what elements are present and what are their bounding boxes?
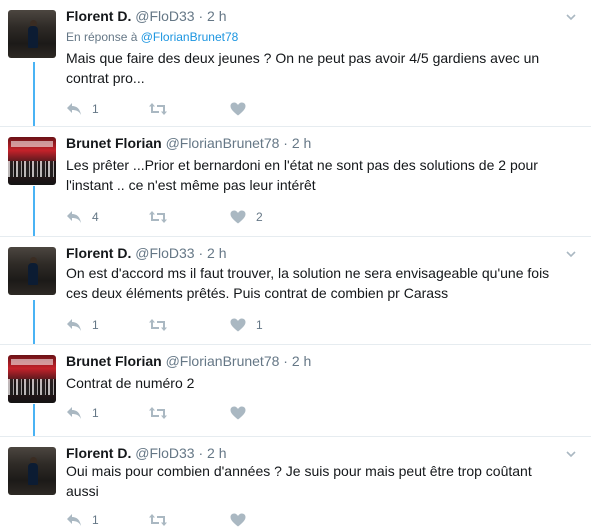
reply-context: En réponse à @FlorianBrunet78 [66,30,238,44]
retweet-icon [148,102,168,116]
reply-to-link[interactable]: @FlorianBrunet78 [141,30,239,44]
reply-count: 1 [92,406,99,420]
author-name[interactable]: Florent D. [66,445,131,461]
like-count: 1 [256,318,263,332]
like-button[interactable] [230,403,256,423]
reply-button[interactable]: 1 [66,99,99,119]
timestamp[interactable]: 2 h [207,245,226,261]
heart-icon [230,513,246,527]
avatar[interactable] [8,447,56,495]
tweet-text: Contrat de numéro 2 [66,375,195,391]
reply-button[interactable]: 1 [66,315,99,335]
tweet[interactable]: Florent D. @FloD33 · 2 h En réponse à @F… [0,0,591,127]
tweet-text: Les prêter ...Prior et bernardoni en l'é… [66,157,538,193]
heart-icon [230,318,246,332]
like-button[interactable]: 1 [230,315,263,335]
tweet-actions: 1 1 [66,315,286,335]
reply-button[interactable]: 1 [66,403,99,423]
retweet-icon [148,406,168,420]
retweet-button[interactable] [148,99,178,119]
tweet[interactable]: Brunet Florian @FlorianBrunet78 · 2 h Co… [0,345,591,437]
tweet-header: Brunet Florian @FlorianBrunet78 · 2 h [66,135,311,151]
reply-prefix: En réponse à [66,30,138,44]
like-button[interactable] [230,510,256,530]
tweet-header: Florent D. @FloD33 · 2 h [66,445,227,461]
like-count: 2 [256,210,263,224]
tweet-actions: 1 [66,99,286,119]
reply-icon [66,406,82,420]
retweet-button[interactable] [148,315,178,335]
tweet-actions: 1 [66,403,286,423]
chevron-down-icon[interactable] [565,447,577,459]
tweet-header: Florent D. @FloD33 · 2 h [66,245,227,261]
heart-icon [230,210,246,224]
avatar[interactable] [8,137,56,185]
separator-dot: · [283,135,288,151]
author-handle[interactable]: @FlorianBrunet78 [166,135,280,151]
retweet-button[interactable] [148,207,178,227]
avatar[interactable] [8,10,56,58]
reply-icon [66,513,82,527]
tweet-header: Florent D. @FloD33 · 2 h [66,8,227,24]
tweet[interactable]: Florent D. @FloD33 · 2 h Oui mais pour c… [0,437,591,527]
tweet[interactable]: Florent D. @FloD33 · 2 h On est d'accord… [0,237,591,345]
chevron-down-icon[interactable] [565,10,577,22]
reply-count: 1 [92,513,99,527]
reply-count: 1 [92,102,99,116]
author-handle[interactable]: @FloD33 [135,445,194,461]
like-button[interactable]: 2 [230,207,263,227]
tweet-text: Oui mais pour combien d'années ? Je suis… [66,463,532,499]
reply-count: 1 [92,318,99,332]
author-handle[interactable]: @FloD33 [135,245,194,261]
avatar[interactable] [8,355,56,403]
tweet-text: On est d'accord ms il faut trouver, la s… [66,265,550,301]
reply-button[interactable]: 1 [66,510,99,530]
reply-icon [66,210,82,224]
retweet-icon [148,318,168,332]
timestamp[interactable]: 2 h [292,353,311,369]
retweet-icon [148,210,168,224]
heart-icon [230,406,246,420]
tweet-header: Brunet Florian @FlorianBrunet78 · 2 h [66,353,311,369]
chevron-down-icon[interactable] [565,247,577,259]
tweet-actions: 1 [66,510,286,530]
like-button[interactable] [230,99,256,119]
author-name[interactable]: Florent D. [66,8,131,24]
reply-icon [66,318,82,332]
separator-dot: · [198,245,204,261]
tweet-actions: 4 2 [66,207,286,227]
author-name[interactable]: Brunet Florian [66,353,162,369]
separator-dot: · [198,8,204,24]
author-handle[interactable]: @FloD33 [135,8,194,24]
tweet-text: Mais que faire des deux jeunes ? On ne p… [66,50,540,86]
reply-count: 4 [92,210,99,224]
reply-button[interactable]: 4 [66,207,99,227]
tweet[interactable]: Brunet Florian @FlorianBrunet78 · 2 h Le… [0,127,591,237]
timestamp[interactable]: 2 h [292,135,311,151]
author-handle[interactable]: @FlorianBrunet78 [166,353,280,369]
timestamp[interactable]: 2 h [207,445,226,461]
reply-icon [66,102,82,116]
retweet-button[interactable] [148,403,178,423]
retweet-icon [148,513,168,527]
author-name[interactable]: Brunet Florian [66,135,162,151]
separator-dot: · [198,445,204,461]
avatar[interactable] [8,247,56,295]
separator-dot: · [283,353,288,369]
retweet-button[interactable] [148,510,178,530]
author-name[interactable]: Florent D. [66,245,131,261]
heart-icon [230,102,246,116]
timestamp[interactable]: 2 h [207,8,226,24]
